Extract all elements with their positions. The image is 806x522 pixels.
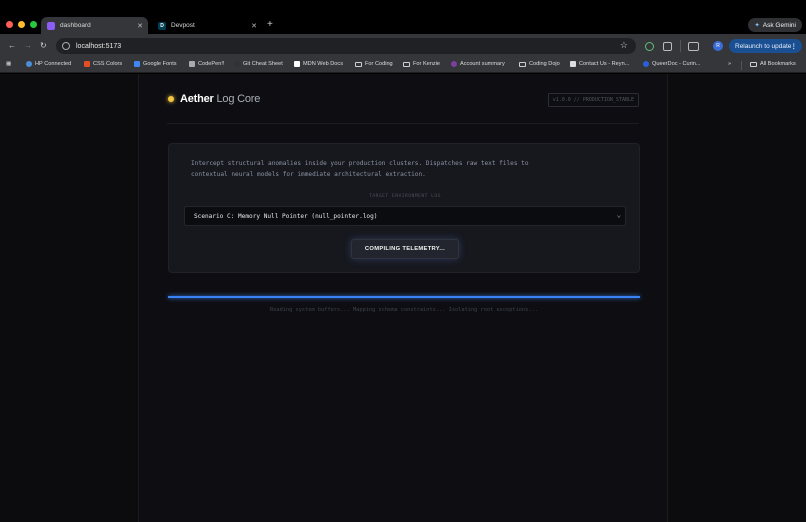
status-dot-icon [168, 96, 174, 102]
vite-icon [47, 21, 55, 30]
bookmark-item[interactable]: For Kenzie [403, 61, 440, 67]
ask-gemini-label: Ask Gemini [762, 21, 796, 29]
browser-toolbar: ← → ↻ localhost:5173 ☆ R Relaunch to upd… [0, 34, 806, 58]
account-icon [451, 61, 457, 67]
app-header: Aether Log Core v1.0.0 // PRODUCTION_STA… [167, 86, 639, 124]
reload-icon[interactable]: ↻ [40, 41, 47, 50]
new-tab-button[interactable]: + [267, 19, 273, 30]
folder-icon [750, 61, 757, 67]
close-tab-icon[interactable]: ✕ [251, 22, 257, 30]
toolbar-divider [680, 40, 681, 52]
bookmark-star-icon[interactable]: ☆ [620, 40, 628, 51]
folder-icon [519, 61, 526, 67]
more-menu-icon[interactable]: ⋮ [791, 42, 798, 50]
codepen-icon [189, 61, 195, 67]
gemini-icon: ✦ [754, 22, 760, 29]
page-viewport: Aether Log Core v1.0.0 // PRODUCTION_STA… [0, 74, 806, 522]
app-description: Intercept structural anomalies inside yo… [191, 160, 529, 178]
folder-icon [355, 61, 362, 67]
upload-card: Intercept structural anomalies inside yo… [168, 143, 640, 273]
compile-button[interactable]: COMPILING TELEMETRY... [351, 239, 459, 259]
bookmark-item[interactable]: CSS Colors [84, 61, 122, 67]
app-brand: Aether Log Core [180, 93, 260, 105]
cast-icon[interactable] [688, 42, 699, 51]
extension-icon[interactable] [645, 42, 654, 51]
forward-icon[interactable]: → [24, 41, 32, 50]
status-text: Reading system buffers... Mapping schema… [270, 307, 538, 313]
apps-grid-icon[interactable]: ▦ [6, 61, 11, 67]
bookmark-item[interactable]: Contact Us - Reyn... [570, 61, 629, 67]
bookmark-item[interactable]: CodePen!! [189, 61, 224, 67]
bookmark-item[interactable]: MDN Web Docs [294, 61, 343, 67]
bookmark-item[interactable]: QueerDoc - Curin... [643, 61, 701, 67]
bookmark-item[interactable]: HP Connected [26, 61, 71, 67]
progress-bar [168, 296, 640, 298]
folder-icon [403, 61, 410, 67]
github-icon [234, 61, 240, 67]
back-icon[interactable]: ← [8, 41, 16, 50]
profile-avatar[interactable]: R [713, 41, 723, 51]
bookmarks-overflow-icon[interactable]: » [728, 61, 731, 67]
maximize-window-button[interactable] [30, 21, 37, 28]
close-window-button[interactable] [6, 21, 13, 28]
bookmark-item[interactable]: Google Fonts [134, 61, 177, 67]
progress-fill [168, 296, 640, 298]
tab-title: dashboard [60, 22, 91, 29]
version-badge: v1.0.0 // PRODUCTION_STABLE [547, 93, 639, 107]
contact-icon [570, 61, 576, 67]
bookmarks-bar: ▦ HP Connected CSS Colors Google Fonts C… [0, 58, 806, 73]
site-info-icon[interactable] [62, 42, 70, 50]
url-text: localhost:5173 [76, 42, 122, 50]
bookmarks-divider [741, 61, 742, 70]
selected-log: Scenario C: Memory Null Pointer (null_po… [194, 212, 378, 220]
app-column: Aether Log Core v1.0.0 // PRODUCTION_STA… [138, 74, 668, 522]
devpost-icon: D [158, 21, 166, 30]
mdn-icon [294, 61, 300, 67]
brand-bold: Aether [180, 93, 214, 105]
environment-label: TARGET ENVIRONMENT LOG [369, 194, 441, 199]
fonts-icon [134, 61, 140, 67]
bookmark-item[interactable]: Git Cheat Sheet [234, 61, 283, 67]
tab-devpost[interactable]: D Devpost ✕ [152, 17, 262, 34]
bookmark-item[interactable]: For Coding [355, 61, 393, 67]
relaunch-label: Relaunch to update [735, 42, 792, 50]
log-select[interactable]: Scenario C: Memory Null Pointer (null_po… [184, 206, 626, 226]
ask-gemini-button[interactable]: ✦ Ask Gemini [748, 18, 802, 32]
tab-dashboard[interactable]: dashboard ✕ [41, 17, 148, 34]
address-bar[interactable]: localhost:5173 ☆ [56, 38, 636, 54]
chevron-down-icon: ⌄ [616, 211, 621, 219]
css-icon [84, 61, 90, 67]
all-bookmarks-button[interactable]: All Bookmarks [750, 61, 796, 67]
tab-title: Devpost [171, 22, 195, 29]
relaunch-button[interactable]: Relaunch to update ⋮ [729, 39, 802, 53]
bookmark-item[interactable]: Account summary [451, 61, 505, 67]
minimize-window-button[interactable] [18, 21, 25, 28]
brand-light: Log Core [216, 93, 261, 105]
extensions-puzzle-icon[interactable] [663, 42, 672, 51]
globe-icon [26, 61, 32, 67]
bookmark-item[interactable]: Coding Dojo [519, 61, 560, 67]
browser-tabstrip: dashboard ✕ D Devpost ✕ + ✦ Ask Gemini [0, 0, 806, 34]
close-tab-icon[interactable]: ✕ [137, 22, 143, 30]
queerdoc-icon [643, 61, 649, 67]
